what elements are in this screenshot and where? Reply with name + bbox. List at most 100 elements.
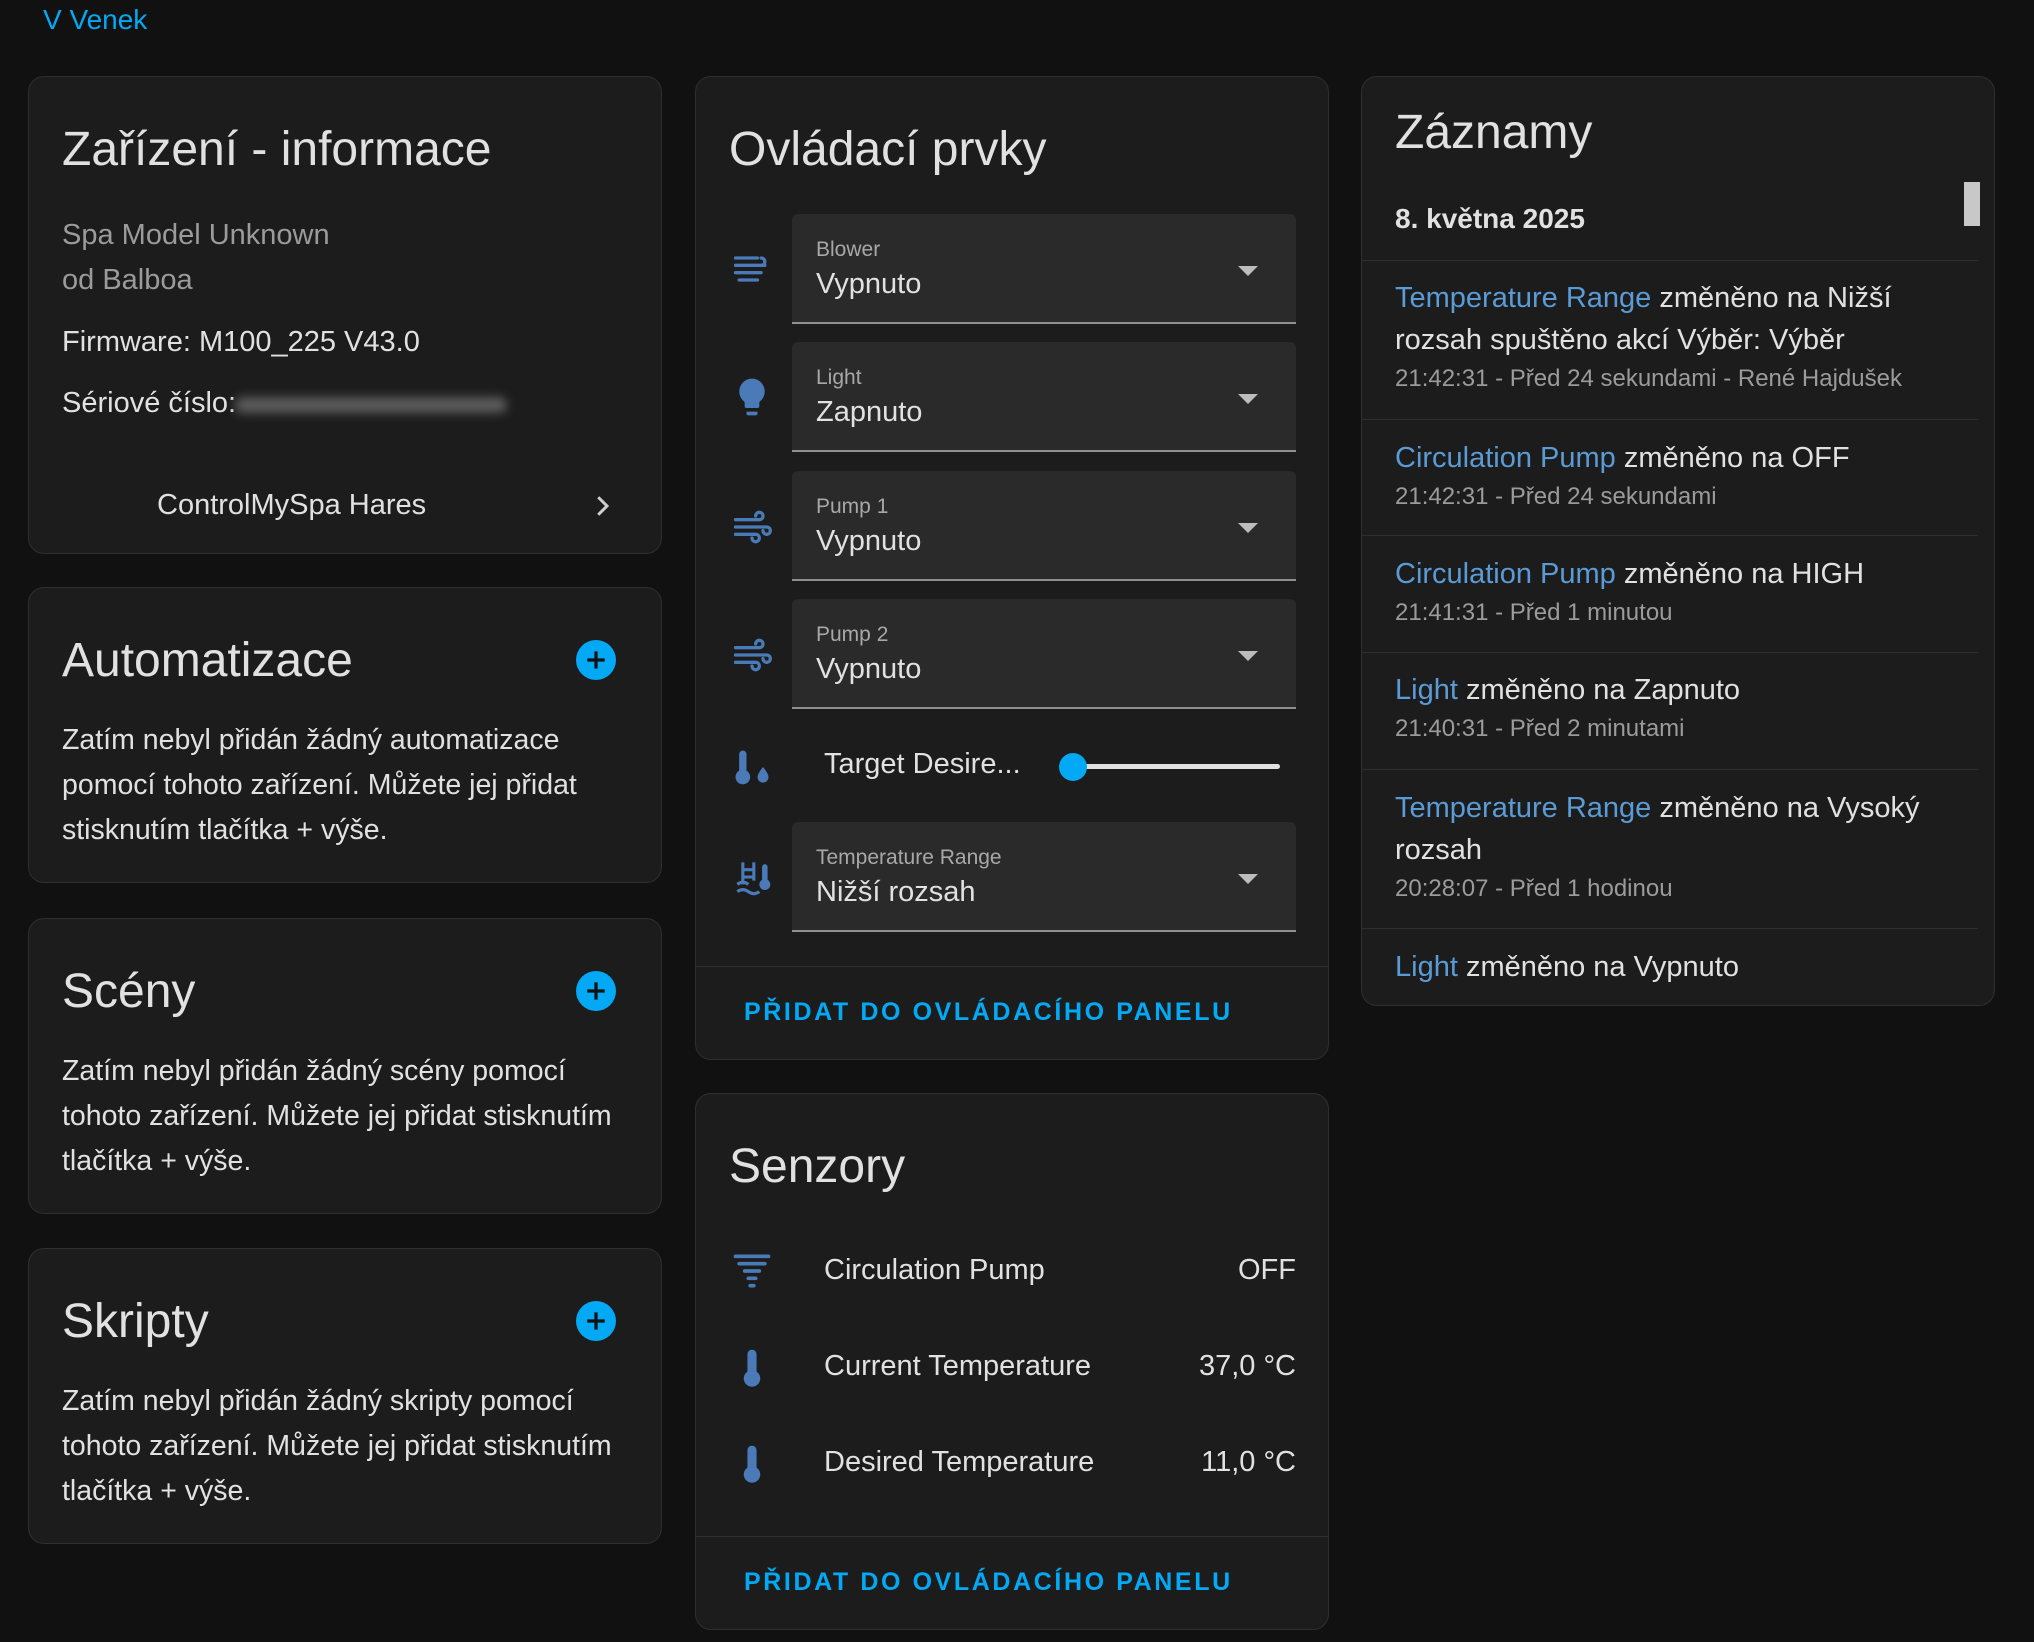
- chevron-down-icon: [1238, 523, 1258, 533]
- thermometer-icon: [743, 1349, 761, 1387]
- add-script-button[interactable]: [576, 1301, 616, 1341]
- device-info-card: Zařízení - informace Spa Model Unknown o…: [28, 76, 662, 554]
- blower-select-value: Vypnuto: [816, 268, 922, 300]
- log-message: změněno na HIGH: [1615, 558, 1865, 590]
- pump-icon: [733, 638, 772, 672]
- pump1-select-label: Pump 1: [816, 495, 889, 518]
- chevron-down-icon: [1238, 874, 1258, 884]
- log-separator: [1362, 652, 1978, 653]
- device-model: Spa Model Unknown: [62, 219, 330, 251]
- automations-empty-text: Zatím nebyl přidán žádný automatizace po…: [62, 724, 577, 846]
- target-slider-track[interactable]: [1076, 764, 1280, 769]
- blower-select[interactable]: Blower Vypnuto: [792, 214, 1296, 324]
- filter-icon: [733, 1254, 771, 1288]
- fan-icon: [733, 256, 767, 282]
- log-time: 21:42:31 - Před 24 sekundami: [1395, 483, 1717, 510]
- add-automation-button[interactable]: [576, 640, 616, 680]
- log-separator: [1362, 928, 1978, 929]
- log-separator: [1362, 535, 1978, 536]
- log-entry: Light změněno na Vypnuto: [1395, 946, 1954, 988]
- log-entry: Light změněno na Zapnuto 21:40:31 - Před…: [1395, 669, 1954, 743]
- blower-select-label: Blower: [816, 238, 881, 261]
- log-message: změněno na OFF: [1615, 442, 1850, 474]
- scenes-title: Scény: [62, 965, 196, 1018]
- area-link[interactable]: V Venek: [43, 4, 147, 36]
- log-entity-link[interactable]: Temperature Range: [1395, 282, 1651, 314]
- lightbulb-icon: [739, 378, 765, 416]
- sensor-name[interactable]: Circulation Pump: [824, 1254, 1045, 1287]
- sensor-name[interactable]: Desired Temperature: [824, 1446, 1094, 1479]
- scripts-title: Skripty: [62, 1295, 209, 1348]
- log-time: 21:42:31 - Před 24 sekundami - René Hajd…: [1395, 365, 1902, 392]
- sensor-value: OFF: [1238, 1254, 1296, 1286]
- sensors-card: Senzory Circulation Pump OFF Current Tem…: [695, 1093, 1329, 1630]
- sensors-title: Senzory: [729, 1140, 906, 1193]
- pump2-select-value: Vypnuto: [816, 653, 922, 685]
- log-time: 20:28:07 - Před 1 hodinou: [1395, 875, 1673, 902]
- logbook-card: Záznamy 8. května 2025 Temperature Range…: [1361, 76, 1995, 1006]
- logbook-title: Záznamy: [1395, 106, 1593, 159]
- scripts-empty-text: Zatím nebyl přidán žádný skripty pomocí …: [62, 1385, 612, 1507]
- target-slider-label: Target Desire...: [824, 748, 1021, 780]
- sensor-value: 37,0 °C: [1198, 1350, 1296, 1382]
- light-select-value: Zapnuto: [816, 396, 923, 428]
- chevron-down-icon: [1238, 394, 1258, 404]
- light-select[interactable]: Light Zapnuto: [792, 342, 1296, 452]
- automations-card: Automatizace Zatím nebyl přidán žádný au…: [28, 587, 662, 883]
- plus-icon: [587, 651, 605, 669]
- device-firmware: Firmware: M100_225 V43.0: [62, 326, 420, 358]
- pool-thermometer-icon: [736, 862, 771, 896]
- log-entry: Temperature Range změněno na Vysoký rozs…: [1395, 787, 1954, 903]
- log-message: změněno na Zapnuto: [1457, 674, 1741, 706]
- pump2-select[interactable]: Pump 2 Vypnuto: [792, 599, 1296, 709]
- log-entity-link[interactable]: Temperature Range: [1395, 792, 1651, 824]
- pump1-select-value: Vypnuto: [816, 525, 922, 557]
- scenes-card: Scény Zatím nebyl přidán žádný scény pom…: [28, 918, 662, 1214]
- temperature-range-value: Nižší rozsah: [816, 876, 976, 908]
- chevron-down-icon: [1238, 266, 1258, 276]
- plus-icon: [587, 982, 605, 1000]
- add-scene-button[interactable]: [576, 971, 616, 1011]
- sensor-value: 11,0 °C: [1201, 1446, 1296, 1478]
- device-serial-label: Sériové číslo:: [62, 387, 237, 419]
- sensor-name[interactable]: Current Temperature: [824, 1350, 1091, 1383]
- plus-icon: [587, 1312, 605, 1330]
- log-time: 21:41:31 - Před 1 minutou: [1395, 599, 1673, 626]
- log-entry: Circulation Pump změněno na OFF 21:42:31…: [1395, 437, 1954, 511]
- chevron-right-icon[interactable]: [587, 491, 617, 521]
- controls-title: Ovládací prvky: [729, 123, 1047, 176]
- logbook-scrollbar[interactable]: [1964, 182, 1980, 226]
- thermometer-water-icon: [735, 750, 769, 785]
- controls-card: Ovládací prvky Blower Vypnuto Light Zapn…: [695, 76, 1329, 1060]
- log-entity-link[interactable]: Circulation Pump: [1395, 558, 1616, 590]
- log-separator: [1362, 419, 1978, 420]
- log-entry: Temperature Range změněno na Nižší rozsa…: [1395, 277, 1954, 393]
- log-separator: [1362, 769, 1978, 770]
- pump-icon: [733, 510, 772, 544]
- add-sensors-to-dashboard-button[interactable]: PŘIDAT DO OVLÁDACÍHO PANELU: [744, 1568, 1233, 1597]
- controls-divider: [696, 966, 1328, 967]
- add-controls-to-dashboard-button[interactable]: PŘIDAT DO OVLÁDACÍHO PANELU: [744, 998, 1233, 1027]
- light-select-label: Light: [816, 366, 862, 389]
- pump2-select-label: Pump 2: [816, 623, 889, 646]
- pump1-select[interactable]: Pump 1 Vypnuto: [792, 471, 1296, 581]
- log-time: 21:40:31 - Před 2 minutami: [1395, 715, 1685, 742]
- log-separator: [1362, 260, 1978, 261]
- device-link-label[interactable]: ControlMySpa Hares: [157, 489, 426, 522]
- automations-title: Automatizace: [62, 634, 353, 687]
- logbook-date: 8. května 2025: [1395, 203, 1585, 234]
- chevron-down-icon: [1238, 651, 1258, 661]
- sensors-divider: [696, 1536, 1328, 1537]
- log-entity-link[interactable]: Circulation Pump: [1395, 442, 1616, 474]
- scripts-card: Skripty Zatím nebyl přidán žádný skripty…: [28, 1248, 662, 1544]
- temperature-range-select[interactable]: Temperature Range Nižší rozsah: [792, 822, 1296, 932]
- scenes-empty-text: Zatím nebyl přidán žádný scény pomocí to…: [62, 1055, 612, 1177]
- device-serial-blurred: [235, 397, 507, 413]
- thermometer-icon: [743, 1445, 761, 1483]
- target-slider-thumb[interactable]: [1059, 753, 1087, 781]
- device-info-title: Zařízení - informace: [62, 123, 492, 176]
- log-entity-link[interactable]: Light: [1395, 674, 1458, 706]
- device-manufacturer: od Balboa: [62, 264, 193, 296]
- log-entry: Circulation Pump změněno na HIGH 21:41:3…: [1395, 553, 1954, 627]
- log-entity-link[interactable]: Light: [1395, 951, 1458, 983]
